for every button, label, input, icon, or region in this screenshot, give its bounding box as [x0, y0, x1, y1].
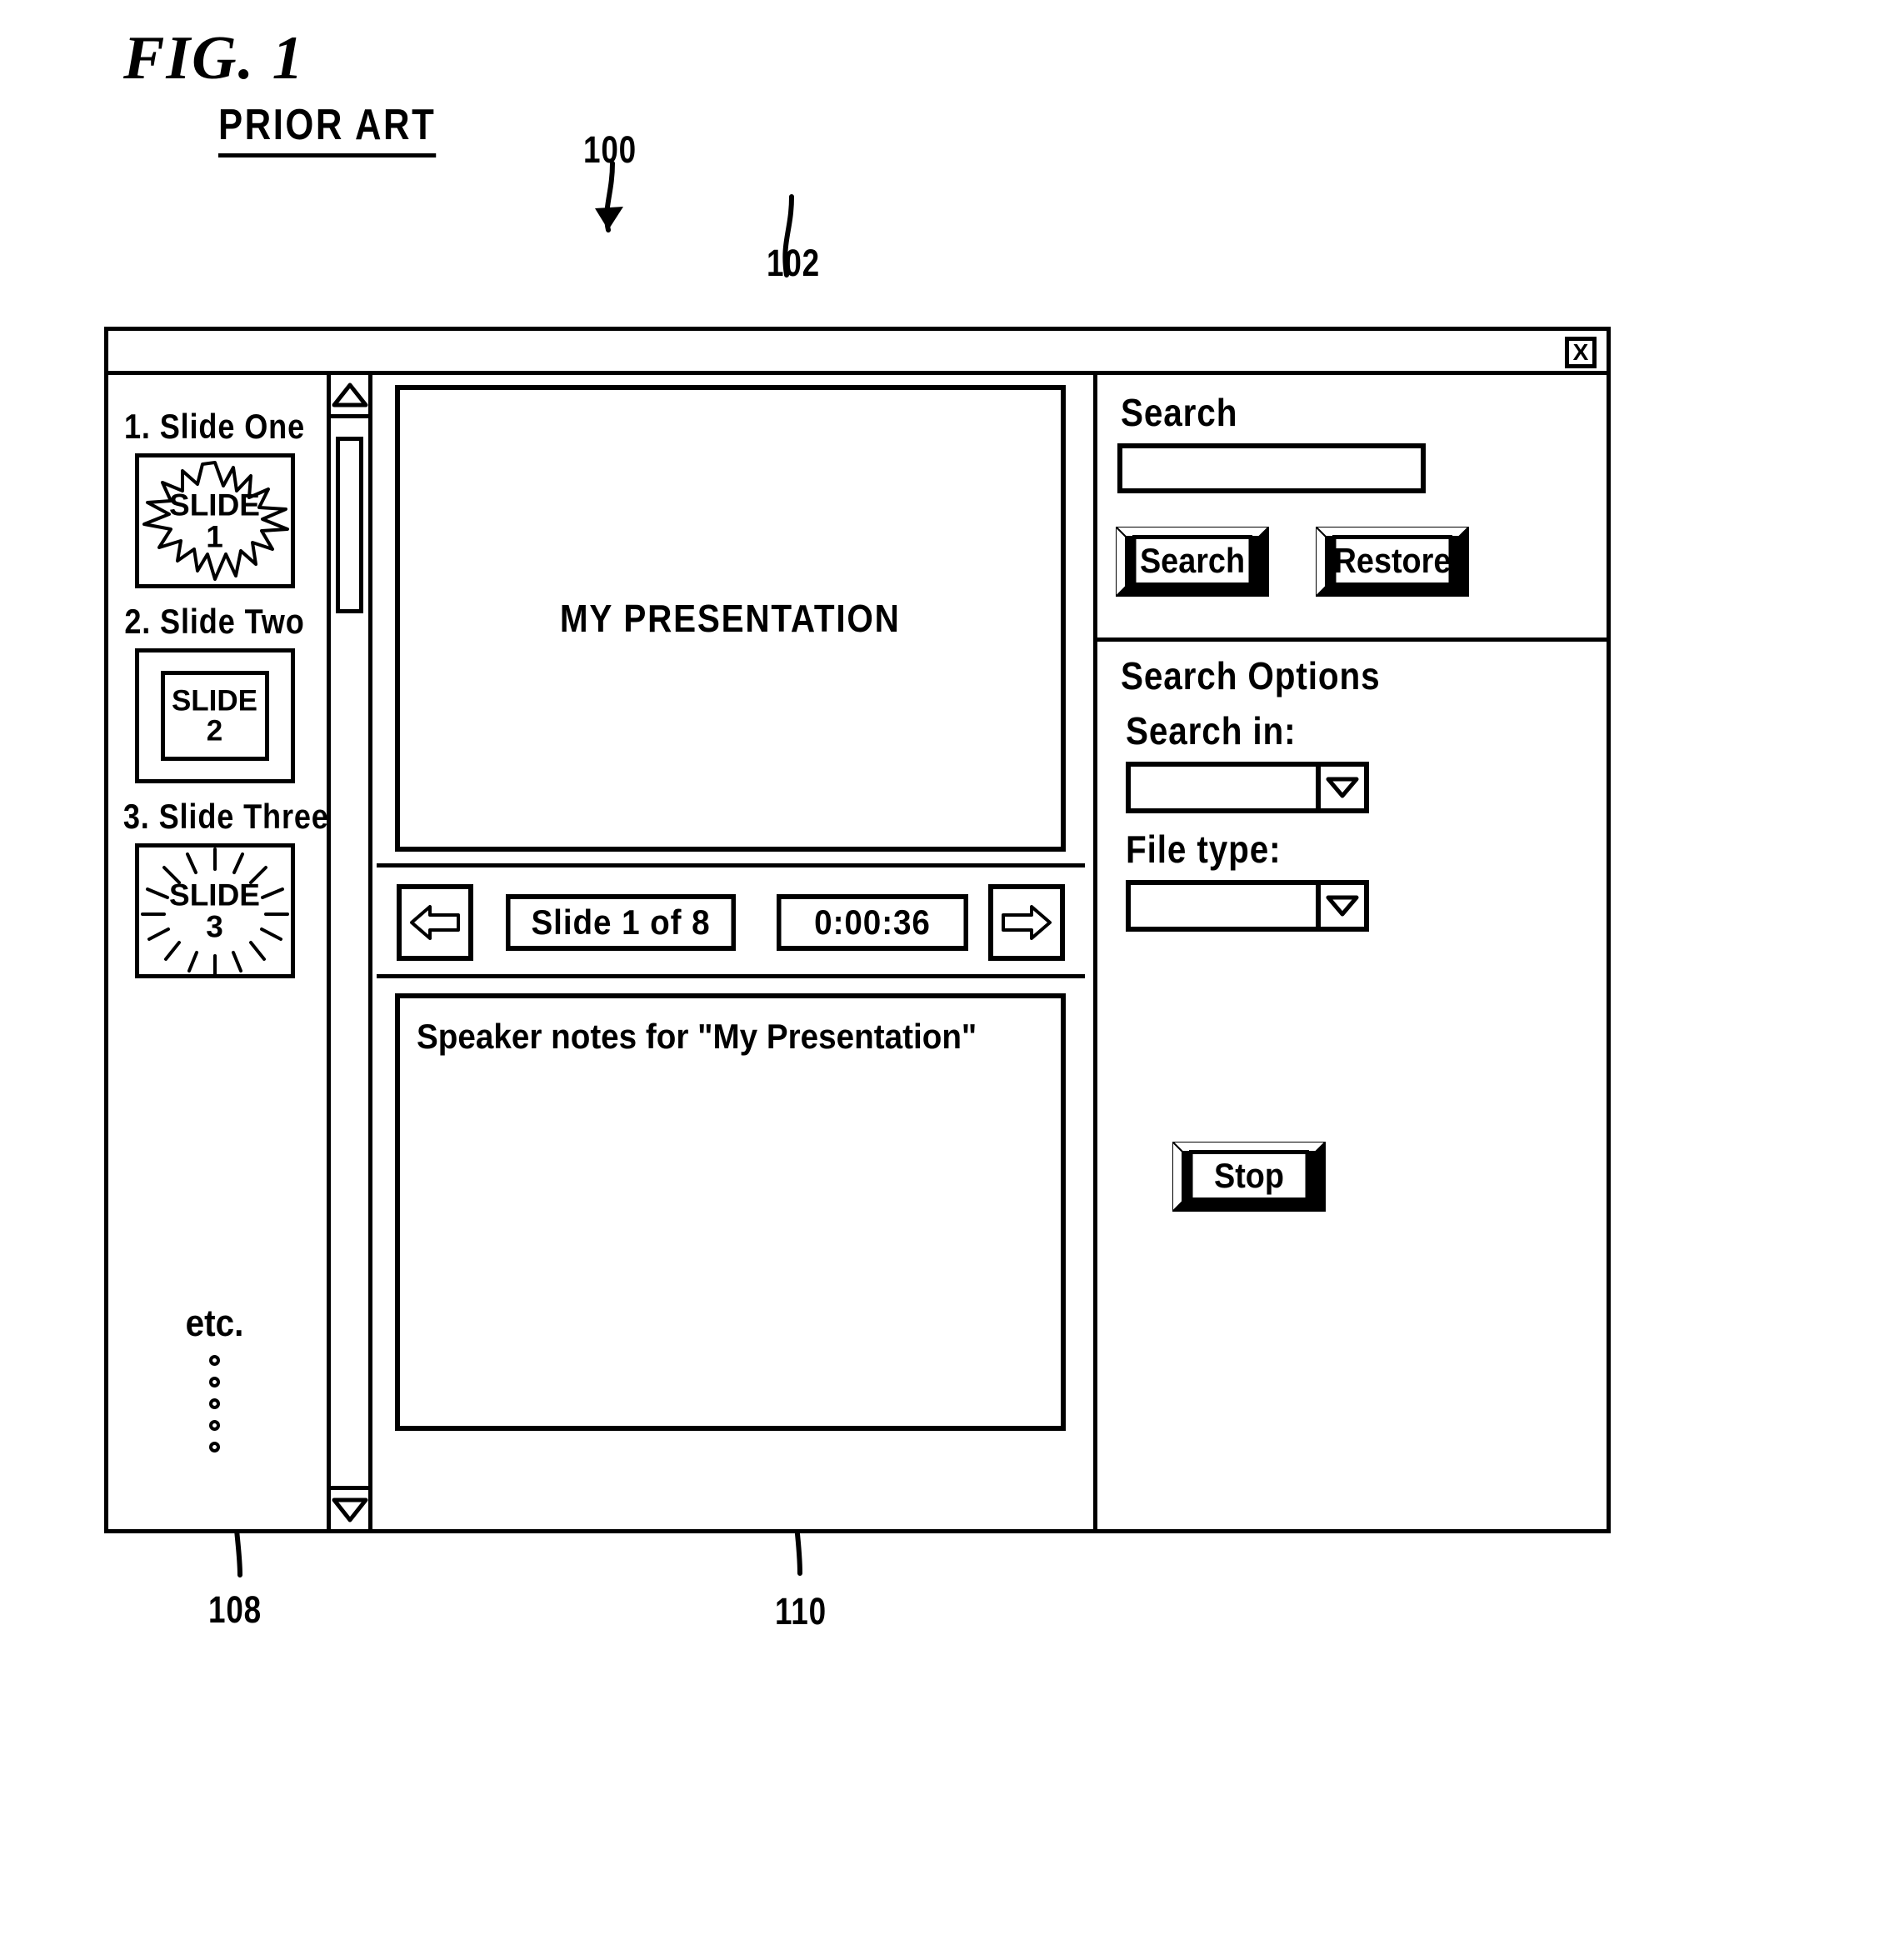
- list-item[interactable]: 3. Slide Three SLIDE 3: [108, 797, 329, 978]
- slide-thumbnail-1[interactable]: SLIDE 1: [134, 453, 295, 588]
- search-section: Search Search Restore: [1097, 375, 1607, 642]
- triangle-down-icon: [332, 1498, 367, 1522]
- scroll-down-button[interactable]: [331, 1486, 368, 1529]
- search-in-value: [1131, 767, 1316, 808]
- slide-caption: 3. Slide Three: [122, 797, 329, 836]
- search-button-label: Search: [1132, 535, 1252, 587]
- scroll-up-button[interactable]: [331, 375, 368, 418]
- slide-thumbnail-label: SLIDE 3: [169, 878, 260, 943]
- chevron-down-icon[interactable]: [1316, 767, 1364, 808]
- restore-button[interactable]: Restore: [1316, 527, 1469, 597]
- elapsed-timer-field[interactable]: 0:00:36: [777, 894, 968, 951]
- slide-caption: 2. Slide Two: [124, 602, 305, 641]
- slide-view[interactable]: MY PRESENTATION: [395, 385, 1066, 852]
- search-in-label: Search in:: [1126, 709, 1297, 752]
- window-client-area: 1. Slide One SLIDE 1 2. Slide Two SLIDE …: [108, 375, 1607, 1529]
- file-type-label: File type:: [1126, 828, 1282, 871]
- slide-list-panel[interactable]: 1. Slide One SLIDE 1 2. Slide Two SLIDE …: [108, 375, 329, 1529]
- etc-label: etc.: [185, 1302, 244, 1344]
- refnum-slide-list: 108: [208, 1588, 262, 1631]
- ellipsis-dot: [209, 1420, 220, 1431]
- stop-button-label: Stop: [1189, 1150, 1309, 1202]
- refnum-window: 100: [583, 128, 637, 171]
- search-options-title: Search Options: [1121, 654, 1381, 698]
- speaker-notes-text: Speaker notes for "My Presentation": [417, 1017, 977, 1056]
- slide-counter-field[interactable]: Slide 1 of 8: [506, 894, 736, 951]
- chevron-down-icon[interactable]: [1316, 885, 1364, 927]
- window-titlebar: X: [108, 331, 1607, 375]
- next-slide-button[interactable]: [988, 884, 1065, 961]
- list-item[interactable]: 1. Slide One SLIDE 1: [108, 407, 321, 588]
- presentation-application-window: X 1. Slide One SLIDE 1 2. Slide Two SLID…: [104, 327, 1611, 1533]
- refnum-slide-view: 102: [767, 242, 821, 284]
- scrollbar-thumb[interactable]: [336, 437, 363, 613]
- search-label: Search: [1121, 391, 1238, 434]
- ellipsis-dot: [209, 1442, 220, 1452]
- ellipsis-dots: [108, 1355, 321, 1452]
- list-item[interactable]: 2. Slide Two SLIDE 2: [108, 602, 321, 783]
- restore-button-label: Restore: [1332, 535, 1452, 587]
- slide-thumbnail-label: SLIDE 1: [169, 488, 260, 553]
- figure-title: FIG. 1: [123, 24, 305, 92]
- arrow-right-icon: [1002, 905, 1052, 940]
- search-in-dropdown[interactable]: [1126, 762, 1369, 813]
- previous-slide-button[interactable]: [397, 884, 473, 961]
- file-type-dropdown[interactable]: [1126, 880, 1369, 932]
- slide-thumbnail-label: SLIDE 2: [171, 684, 258, 747]
- triangle-down-glyph: [1326, 777, 1359, 798]
- search-options-section: Search Options Search in: File type: Sto…: [1097, 642, 1607, 1529]
- triangle-up-icon: [332, 382, 367, 407]
- slide-thumbnail-2[interactable]: SLIDE 2: [134, 648, 295, 783]
- ellipsis-dot: [209, 1355, 220, 1366]
- search-panel: Search Search Restore Search Options Sea…: [1093, 375, 1607, 1529]
- stop-button[interactable]: Stop: [1172, 1142, 1326, 1212]
- slide-thumbnail-3[interactable]: SLIDE 3: [134, 843, 295, 978]
- ellipsis-dot: [209, 1398, 220, 1409]
- slide-list-scrollbar[interactable]: [327, 375, 372, 1529]
- refnum-notes-pane: 110: [775, 1590, 827, 1632]
- figure-subtitle-prior-art: PRIOR ART: [218, 100, 437, 158]
- slide-caption: 1. Slide One: [123, 407, 306, 446]
- triangle-down-glyph: [1326, 895, 1359, 917]
- arrow-left-icon: [410, 905, 460, 940]
- speaker-notes-pane[interactable]: Speaker notes for "My Presentation": [395, 993, 1066, 1431]
- close-icon[interactable]: X: [1565, 337, 1597, 368]
- search-input[interactable]: [1117, 443, 1426, 493]
- slide-view-title: MY PRESENTATION: [560, 597, 901, 640]
- presentation-center-column: MY PRESENTATION Slide 1 of 8 0:00:36 Spe: [377, 375, 1085, 1529]
- file-type-value: [1131, 885, 1316, 927]
- slide-navigation-toolbar: Slide 1 of 8 0:00:36: [377, 863, 1085, 978]
- search-button[interactable]: Search: [1116, 527, 1269, 597]
- ellipsis-dot: [209, 1377, 220, 1388]
